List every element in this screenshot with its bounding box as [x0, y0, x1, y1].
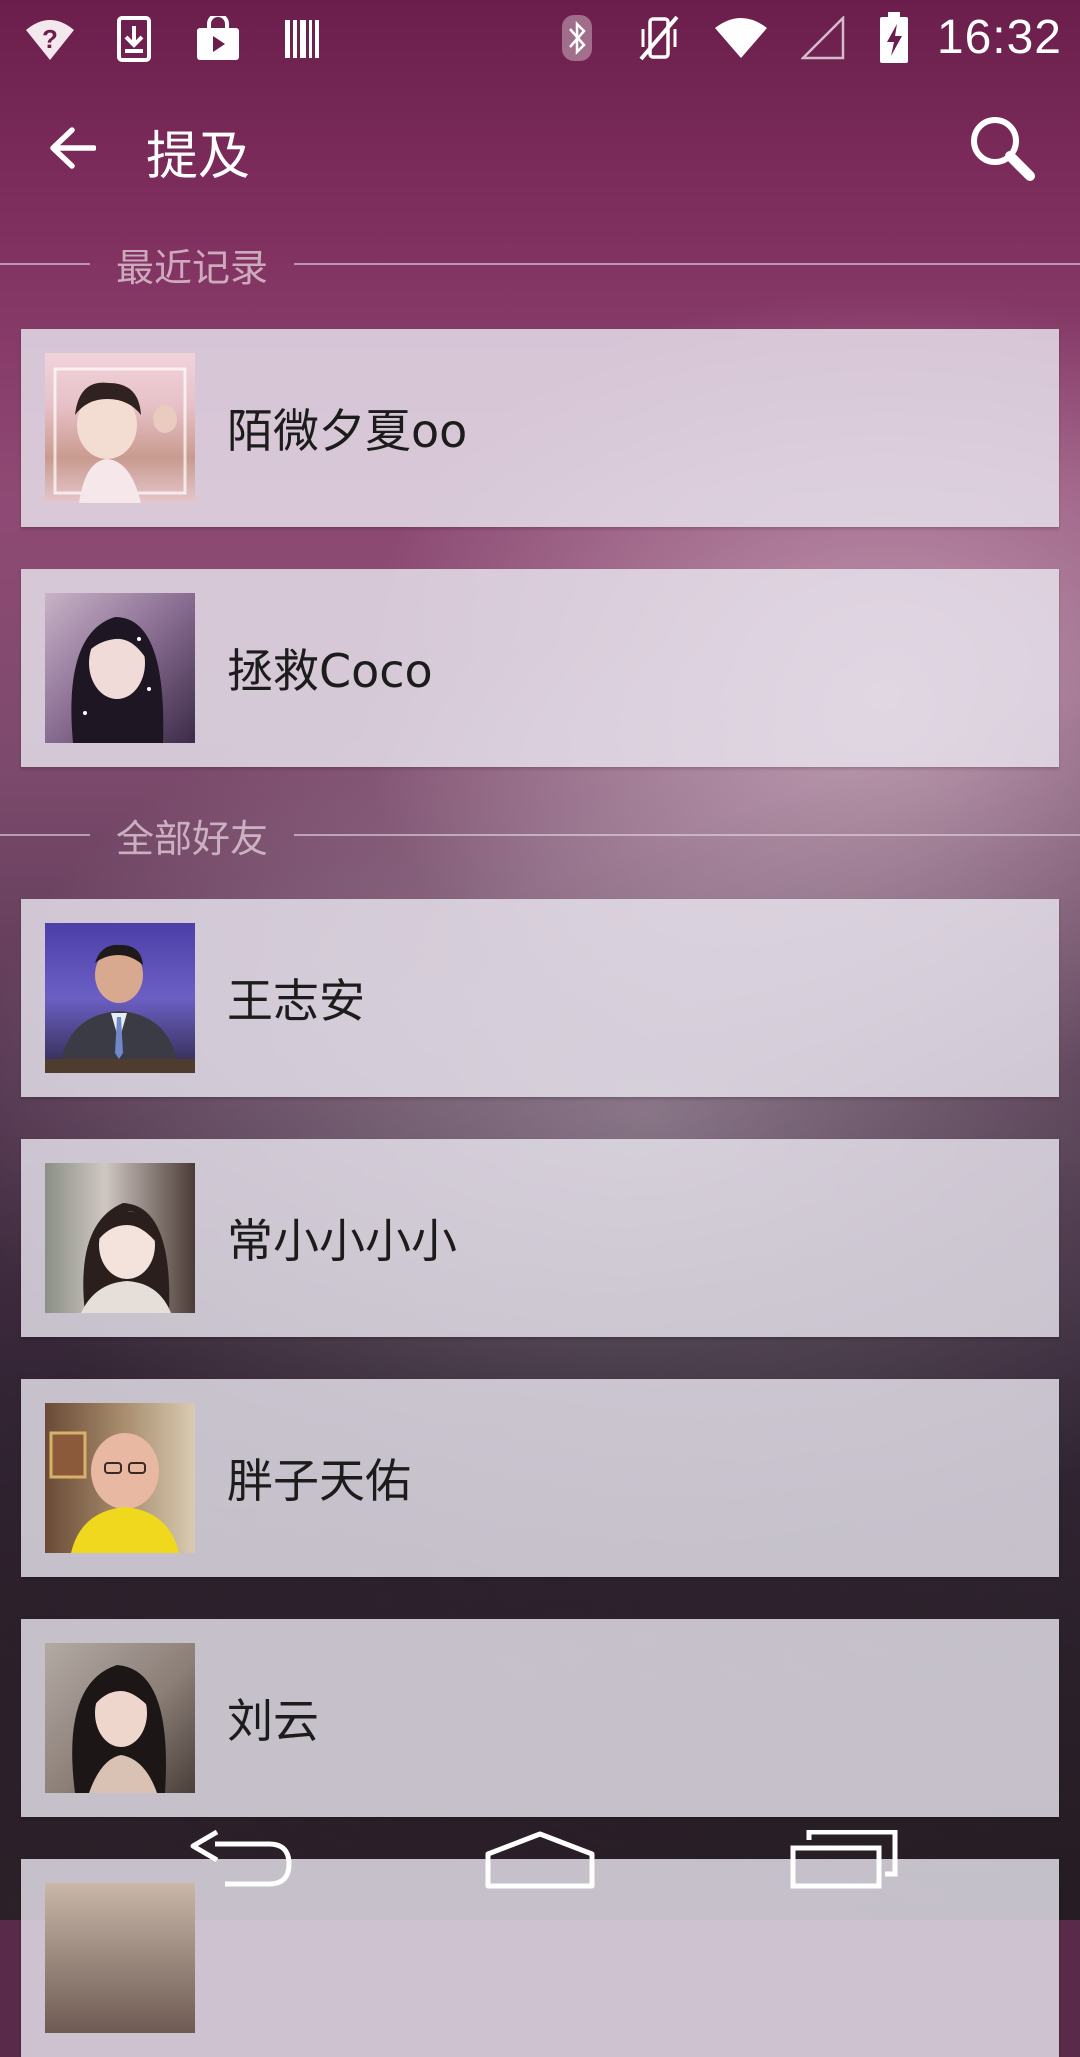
nav-back-icon [190, 1830, 292, 1887]
contact-name: 陌微夕夏oo [227, 404, 468, 458]
contact-row[interactable]: 拯救Coco [21, 569, 1059, 767]
nav-back-button[interactable] [160, 1812, 320, 1908]
status-left-icons: ? [22, 12, 330, 66]
avatar [45, 353, 195, 503]
divider [294, 834, 1080, 836]
avatar [45, 1403, 195, 1553]
contact-row[interactable]: 刘云 [21, 1619, 1059, 1817]
contact-row[interactable]: 胖子天佑 [21, 1379, 1059, 1577]
avatar [45, 1163, 195, 1313]
svg-text:?: ? [42, 24, 58, 54]
battery-charging-icon [877, 11, 911, 65]
contact-row[interactable]: 王志安 [21, 899, 1059, 1097]
avatar [45, 923, 195, 1073]
divider [0, 263, 90, 265]
barcode-icon [274, 12, 330, 66]
clock: 16:32 [936, 11, 1062, 64]
arrow-left-icon [50, 127, 96, 169]
section-header-recent: 最近记录 [0, 234, 1080, 294]
divider [0, 834, 90, 836]
contact-name: 常小小小小 [227, 1214, 457, 1268]
wifi-question-icon: ? [22, 12, 78, 66]
back-button[interactable] [40, 116, 104, 180]
nav-home-icon [485, 1831, 595, 1889]
search-button[interactable] [964, 110, 1040, 186]
nav-recents-button[interactable] [764, 1812, 924, 1908]
avatar [45, 593, 195, 743]
contact-row[interactable]: 常小小小小 [21, 1139, 1059, 1337]
status-right-icons: 16:32 [549, 10, 1062, 65]
avatar [45, 1643, 195, 1793]
contact-row[interactable]: 陌微夕夏oo [21, 329, 1059, 527]
navigation-bar [0, 1800, 1080, 1920]
signal-icon [795, 11, 851, 65]
wifi-icon [713, 11, 769, 65]
nav-home-button[interactable] [460, 1812, 620, 1908]
page-title: 提及 [146, 127, 251, 187]
app-bar: 提及 [0, 76, 1080, 216]
contact-name: 胖子天佑 [227, 1454, 411, 1508]
status-bar: ? 16:32 [0, 0, 1080, 76]
section-label: 全部好友 [116, 816, 269, 861]
section-label: 最近记录 [116, 245, 269, 290]
search-icon [971, 117, 1035, 181]
play-store-icon [190, 12, 246, 66]
contact-name: 刘云 [227, 1694, 319, 1748]
nav-recents-icon [790, 1830, 898, 1889]
contact-name: 王志安 [227, 974, 365, 1028]
contact-name: 拯救Coco [227, 644, 433, 698]
divider [294, 263, 1080, 265]
download-icon [106, 12, 162, 66]
bluetooth-icon [549, 11, 605, 65]
vibrate-off-icon [631, 11, 687, 65]
section-header-all-friends: 全部好友 [0, 805, 1080, 865]
